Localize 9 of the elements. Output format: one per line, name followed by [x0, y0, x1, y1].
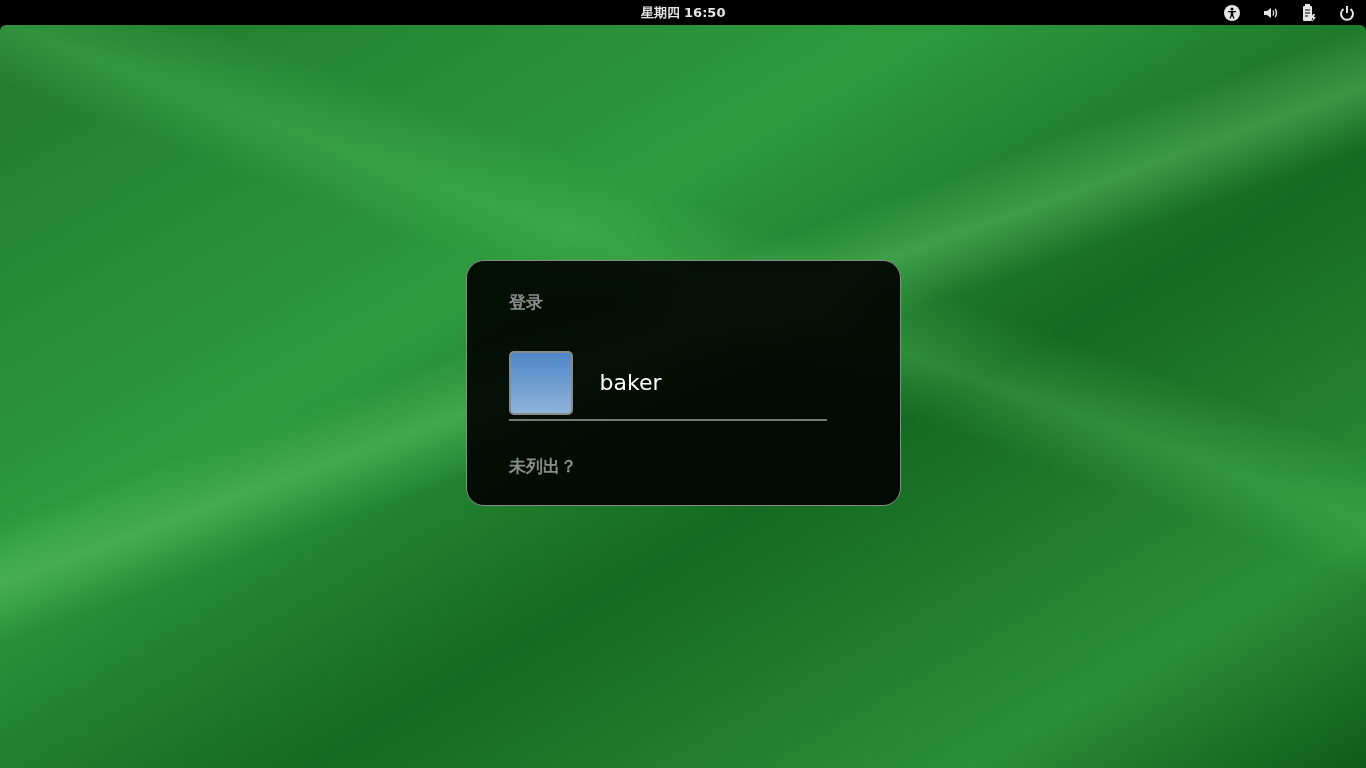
user-list-item[interactable]: baker: [508, 350, 827, 421]
avatar-photo: [508, 350, 573, 415]
power-icon[interactable]: [1339, 4, 1355, 21]
not-listed-link[interactable]: 未列出？: [508, 454, 577, 478]
volume-icon[interactable]: [1263, 5, 1279, 20]
accessibility-icon[interactable]: [1224, 4, 1240, 21]
dialog-title: 登录: [508, 290, 544, 314]
battery-icon[interactable]: [1302, 3, 1316, 22]
clock[interactable]: 星期四 16:50: [640, 3, 726, 22]
